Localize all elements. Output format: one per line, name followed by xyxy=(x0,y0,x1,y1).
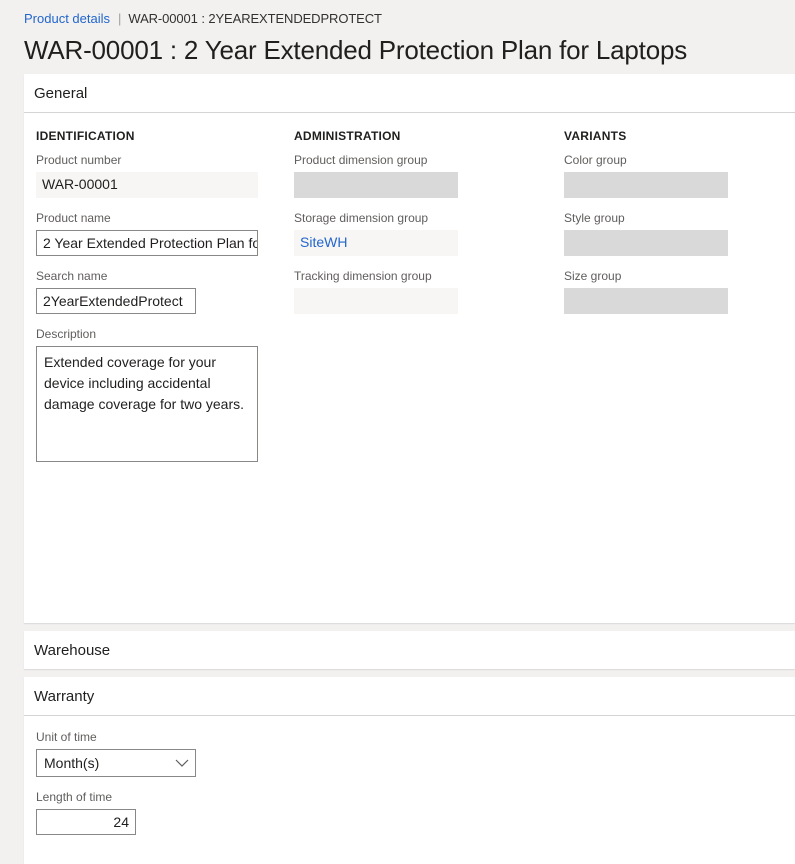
input-color-group xyxy=(564,172,728,198)
select-unit-of-time-value: Month(s) xyxy=(44,755,100,771)
label-color-group: Color group xyxy=(564,153,627,167)
input-description[interactable]: Extended coverage for your device includ… xyxy=(36,346,258,462)
select-unit-of-time[interactable]: Month(s) xyxy=(36,749,196,777)
input-product-number[interactable]: WAR-00001 xyxy=(36,172,258,198)
label-search-name: Search name xyxy=(36,269,108,283)
section-header-warehouse[interactable]: Warehouse xyxy=(24,631,795,669)
field-product-name: Product name 2 Year Extended Protection … xyxy=(36,211,294,256)
panel-warranty: Warranty Unit of time Month(s) Length of… xyxy=(24,677,795,864)
label-style-group: Style group xyxy=(564,211,625,225)
label-storage-dimension-group: Storage dimension group xyxy=(294,211,429,225)
label-product-name: Product name xyxy=(36,211,111,225)
input-length-of-time[interactable]: 24 xyxy=(36,809,136,835)
column-identification: IDENTIFICATION Product number WAR-00001 … xyxy=(24,129,294,623)
field-tracking-dimension-group: Tracking dimension group xyxy=(294,269,564,314)
field-product-dimension-group: Product dimension group xyxy=(294,153,564,198)
column-variants: VARIANTS Color group Style group Size gr… xyxy=(564,129,784,623)
panels-container: General IDENTIFICATION Product number WA… xyxy=(0,74,795,864)
label-tracking-dimension-group: Tracking dimension group xyxy=(294,269,432,283)
group-title-variants: VARIANTS xyxy=(564,129,627,143)
warranty-section-body: Unit of time Month(s) Length of time 24 xyxy=(24,716,795,864)
label-size-group: Size group xyxy=(564,269,622,283)
page-header: Product details | WAR-00001 : 2YEAREXTENDE… xyxy=(0,0,795,74)
field-color-group: Color group xyxy=(564,153,784,198)
group-title-administration: ADMINISTRATION xyxy=(294,129,401,143)
field-size-group: Size group xyxy=(564,269,784,314)
group-title-identification: IDENTIFICATION xyxy=(36,129,135,143)
section-header-general[interactable]: General xyxy=(24,74,795,113)
label-product-number: Product number xyxy=(36,153,122,167)
input-size-group xyxy=(564,288,728,314)
section-title-warehouse: Warehouse xyxy=(34,641,111,659)
input-product-dimension-group xyxy=(294,172,458,198)
input-style-group xyxy=(564,230,728,256)
page-title: WAR-00001 : 2 Year Extended Protection P… xyxy=(24,35,688,65)
input-tracking-dimension-group[interactable] xyxy=(294,288,458,314)
breadcrumb-current-item: WAR-00001 : 2YEAREXTENDEDPROTECT xyxy=(128,11,382,26)
field-product-number: Product number WAR-00001 xyxy=(36,153,294,198)
input-search-name[interactable]: 2YearExtendedProtect xyxy=(36,288,196,314)
section-title-general: General xyxy=(34,84,88,102)
column-administration: ADMINISTRATION Product dimension group S… xyxy=(294,129,564,623)
breadcrumb-link-product-details[interactable]: Product details xyxy=(24,11,110,26)
field-search-name: Search name 2YearExtendedProtect xyxy=(36,269,294,314)
field-style-group: Style group xyxy=(564,211,784,256)
breadcrumb-separator: | xyxy=(118,11,122,26)
field-length-of-time: Length of time 24 xyxy=(36,790,795,835)
input-product-name[interactable]: 2 Year Extended Protection Plan for Lapt… xyxy=(36,230,258,256)
chevron-down-icon xyxy=(169,759,195,768)
label-product-dimension-group: Product dimension group xyxy=(294,153,428,167)
breadcrumb: Product details | WAR-00001 : 2YEAREXTENDE… xyxy=(24,0,795,25)
field-description: Description Extended coverage for your d… xyxy=(36,327,294,462)
label-length-of-time: Length of time xyxy=(36,790,113,804)
panel-warehouse: Warehouse xyxy=(24,631,795,669)
panel-general: General IDENTIFICATION Product number WA… xyxy=(24,74,795,623)
section-header-warranty[interactable]: Warranty xyxy=(24,677,795,716)
general-section-body: IDENTIFICATION Product number WAR-00001 … xyxy=(24,113,795,623)
section-title-warranty: Warranty xyxy=(34,687,95,705)
field-storage-dimension-group: Storage dimension group SiteWH xyxy=(294,211,564,256)
label-unit-of-time: Unit of time xyxy=(36,730,97,744)
label-description: Description xyxy=(36,327,97,341)
field-unit-of-time: Unit of time Month(s) xyxy=(36,730,795,777)
input-storage-dimension-group[interactable]: SiteWH xyxy=(294,230,458,256)
